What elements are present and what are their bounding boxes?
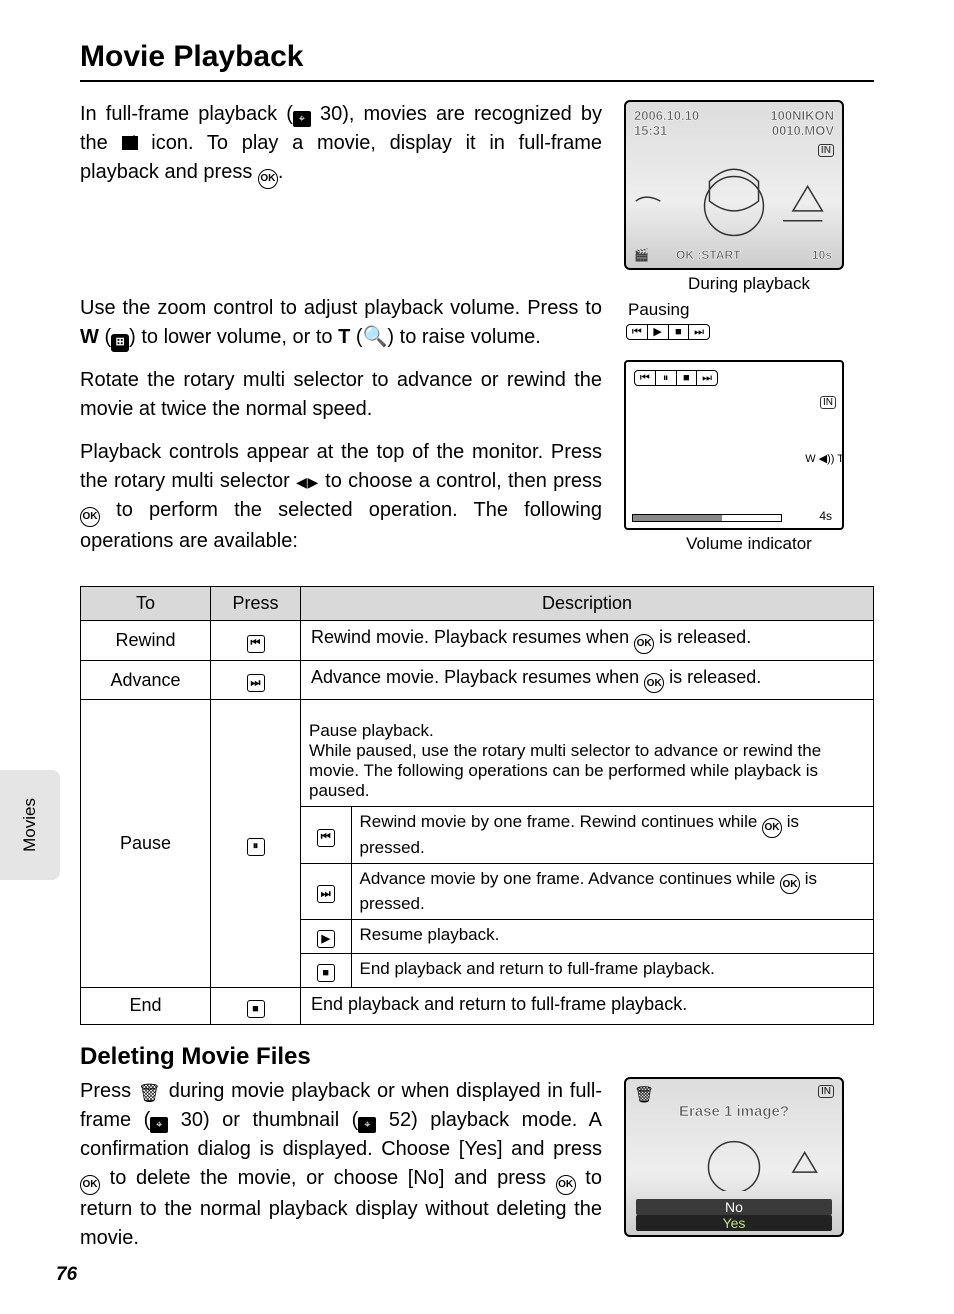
th-press: Press — [211, 587, 301, 621]
movie-icon — [122, 136, 138, 150]
progress-bar — [632, 514, 782, 522]
page-ref-icon: ⌖ — [293, 111, 311, 127]
page-ref-icon: ⌖ — [150, 1117, 168, 1133]
ok-icon: OK — [258, 169, 278, 189]
paragraph-2: Use the zoom control to adjust playback … — [80, 294, 602, 352]
stop-icon: ■ — [247, 1000, 265, 1018]
pause-controls-icon: ⏮▶■⏭ — [626, 324, 710, 340]
ok-icon: OK — [80, 507, 100, 527]
page-ref-icon: ⌖ — [358, 1117, 376, 1133]
ok-icon: OK — [634, 634, 654, 654]
screen2-caption: Volume indicator — [624, 534, 874, 554]
page-number: 76 — [56, 1264, 77, 1286]
volume-indicator-icon: W ◀)) T — [805, 452, 844, 465]
internal-memory-icon: IN — [818, 1085, 834, 1098]
frame-rewind-icon: ⏮ — [317, 829, 335, 847]
side-tab: Movies — [0, 770, 60, 880]
movie-mode-icon: 🎬 — [634, 248, 649, 262]
pause-subtable: Pause playback. While paused, use the ro… — [301, 716, 873, 987]
controls-table: To Press Description Rewind ⏮ Rewind mov… — [80, 586, 874, 1025]
page-title: Movie Playback — [80, 40, 874, 82]
section-1: In full-frame playback (⌖ 30), movies ar… — [80, 100, 874, 294]
advance-icon: ⏭ — [247, 674, 265, 692]
frame-advance-icon: ⏭ — [317, 885, 335, 903]
ok-icon: OK — [80, 1175, 100, 1195]
th-to: To — [81, 587, 211, 621]
paragraph-4: Playback controls appear at the top of t… — [80, 438, 602, 556]
ok-icon: OK — [762, 818, 782, 838]
screen1-caption: During playback — [624, 274, 874, 294]
internal-memory-icon: IN — [820, 396, 836, 409]
option-yes: Yes — [636, 1215, 832, 1231]
table-row: End ■ End playback and return to full-fr… — [81, 987, 874, 1024]
section-delete-title: Deleting Movie Files — [80, 1043, 874, 1071]
option-no: No — [636, 1199, 832, 1215]
section-2: Use the zoom control to adjust playback … — [80, 294, 874, 570]
ok-icon: OK — [556, 1175, 576, 1195]
time-remaining: 4s — [819, 509, 832, 523]
paragraph-1: In full-frame playback (⌖ 30), movies ar… — [80, 100, 602, 189]
playback-controls-icon: ⏮⏸■⏭ — [634, 370, 718, 386]
erase-prompt: Erase 1 image? — [626, 1103, 842, 1120]
section-delete: Press 🗑 during movie playback or when di… — [80, 1077, 874, 1267]
trash-icon: 🗑 — [138, 1083, 162, 1103]
table-row: Pause ⏸ Pause playback. While paused, us… — [81, 700, 874, 988]
manual-page: Movies 76 Movie Playback In full-frame p… — [0, 0, 954, 1314]
rewind-icon: ⏮ — [247, 635, 265, 653]
thumbnail-icon: ⊞ — [111, 334, 129, 352]
left-right-arrow-icon: ◀▶ — [296, 474, 319, 490]
lcd-screen-erase: 🗑 IN Erase 1 image? No Yes — [624, 1077, 844, 1237]
pausing-label: Pausing — [628, 300, 874, 320]
magnify-icon: 🔍 — [363, 326, 388, 348]
lcd-screen-playback: 2006.10.1015:31 100NIKON0010.MOV IN 🎬 OK… — [624, 100, 844, 270]
paragraph-3: Rotate the rotary multi selector to adva… — [80, 366, 602, 424]
table-row: Rewind ⏮ Rewind movie. Playback resumes … — [81, 621, 874, 661]
stop-icon: ■ — [317, 964, 335, 982]
sample-image-illustration — [626, 152, 842, 240]
trash-icon: 🗑 — [634, 1085, 654, 1105]
table-row: Advance ⏭ Advance movie. Playback resume… — [81, 660, 874, 700]
ok-icon: OK — [780, 874, 800, 894]
th-desc: Description — [301, 587, 874, 621]
side-tab-label: Movies — [20, 798, 40, 852]
lcd-screen-paused: ⏮⏸■⏭ IN W ◀)) T 4s — [624, 360, 844, 530]
ok-icon: OK — [644, 673, 664, 693]
play-icon: ▶ — [317, 930, 335, 948]
paragraph-5: Press 🗑 during movie playback or when di… — [80, 1077, 602, 1253]
pause-icon: ⏸ — [247, 838, 265, 856]
sample-image-illustration — [626, 1123, 842, 1192]
